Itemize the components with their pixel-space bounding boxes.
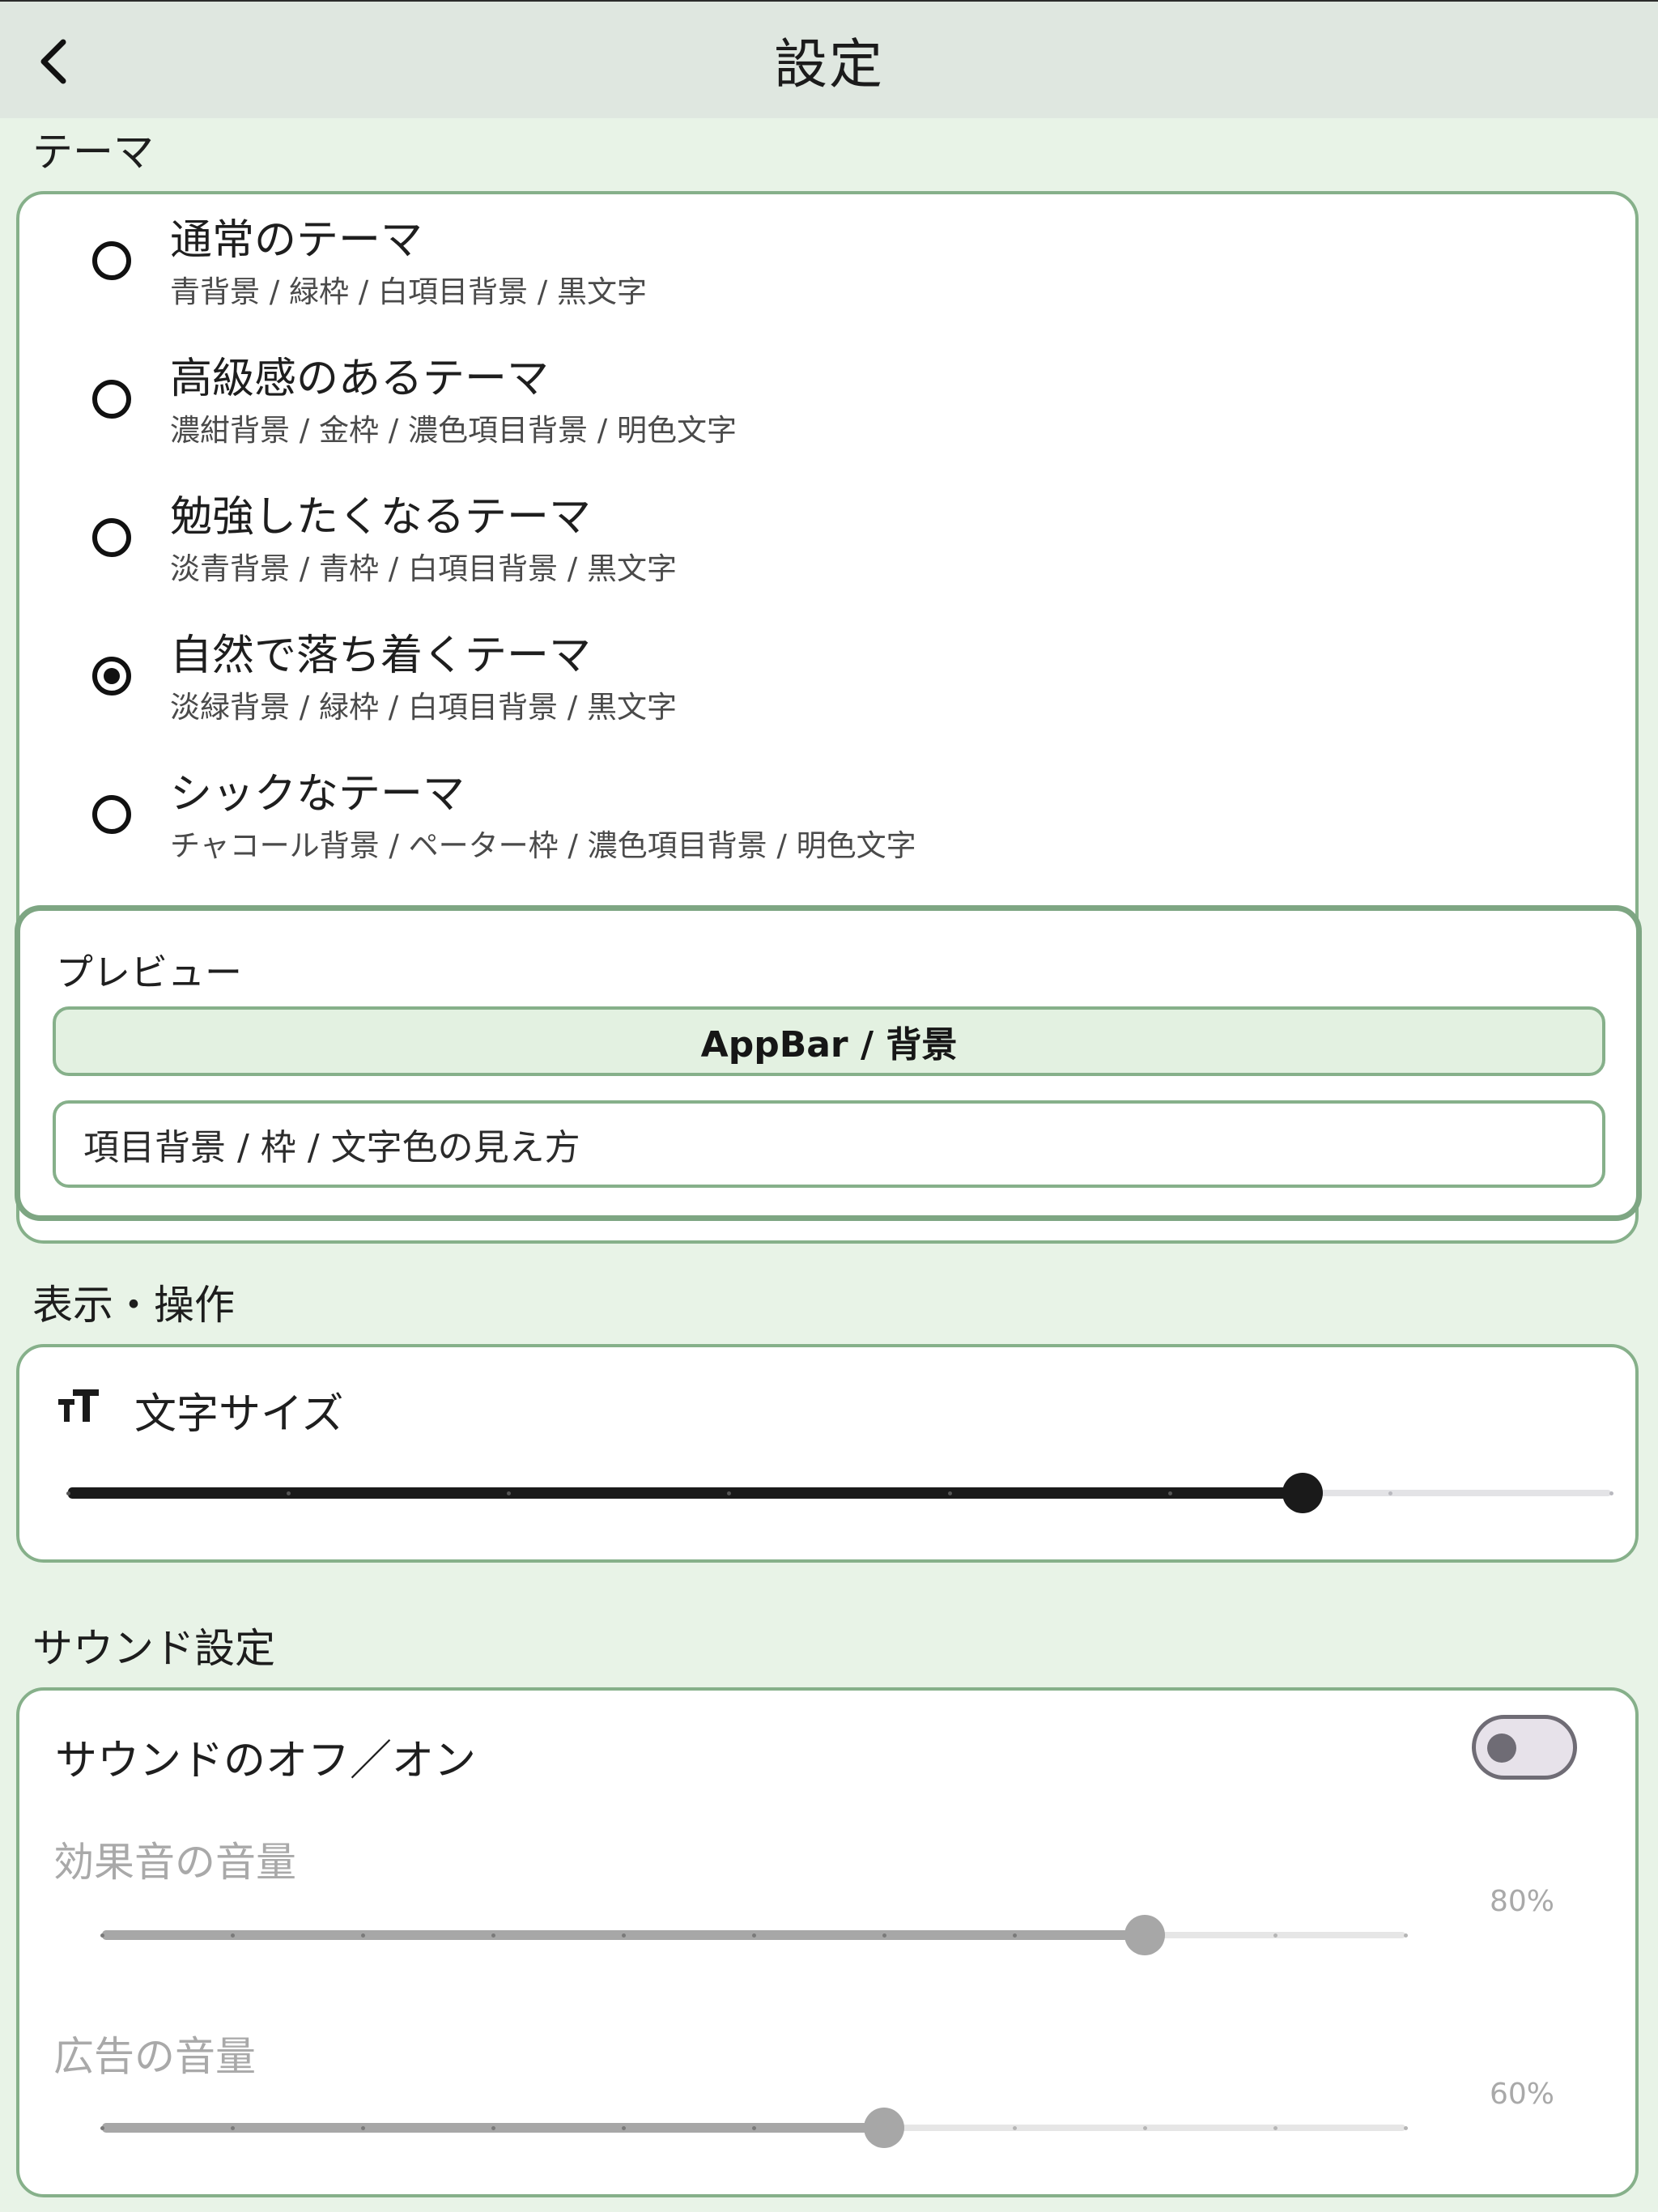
section-label-display: 表示・操作: [32, 1282, 235, 1329]
slider-tick: [491, 1933, 495, 1938]
theme-option-title: 高級感のあるテーマ: [170, 355, 550, 403]
slider-tick: [751, 2125, 756, 2130]
radio-unselected-icon[interactable]: [92, 518, 131, 557]
effect-volume-label: 効果音の音量: [53, 1839, 296, 1886]
slider-tick: [100, 2125, 104, 2130]
ad-volume-value: 60%: [1490, 2078, 1555, 2111]
theme-option-subtitle: チャコール背景 / ペーター枠 / 濃色項目背景 / 明色文字: [170, 828, 916, 863]
radio-unselected-icon[interactable]: [92, 380, 131, 419]
slider-tick: [751, 1933, 756, 1938]
slider-tick: [491, 2125, 495, 2130]
slider-tick: [1012, 2125, 1017, 2130]
slider-tick: [1609, 1491, 1613, 1495]
page-title: 設定: [774, 33, 884, 96]
slider-tick: [1273, 1933, 1278, 1938]
slider-tick: [507, 1491, 512, 1495]
theme-option-subtitle: 濃紺背景 / 金枠 / 濃色項目背景 / 明色文字: [170, 413, 737, 448]
theme-preview: プレビュー AppBar / 背景 項目背景 / 枠 / 文字色の見え方: [15, 905, 1642, 1221]
toggle-knob: [1487, 1733, 1516, 1763]
preview-item-sample: 項目背景 / 枠 / 文字色の見え方: [53, 1100, 1605, 1188]
theme-option-title: 通常のテーマ: [170, 216, 423, 265]
slider-tick: [1388, 1491, 1393, 1495]
slider-tick: [230, 2125, 235, 2130]
slider-tick: [1142, 2125, 1147, 2130]
theme-option-subtitle: 青背景 / 緑枠 / 白項目背景 / 黒文字: [170, 274, 647, 309]
theme-option-title: 自然で落ち着くテーマ: [170, 632, 592, 680]
ad-volume-label: 広告の音量: [53, 2033, 256, 2080]
text-size-card: 文字サイズ: [16, 1344, 1639, 1563]
slider-tick: [66, 1491, 70, 1495]
slider-tick: [1403, 2125, 1408, 2130]
radio-unselected-icon[interactable]: [92, 241, 131, 280]
slider-tick: [882, 1933, 886, 1938]
preview-title: プレビュー: [56, 951, 242, 994]
slider-tick: [286, 1491, 291, 1495]
effect-volume-slider[interactable]: [100, 1911, 1408, 1959]
slider-tick: [360, 2125, 365, 2130]
chevron-left-icon: [40, 39, 66, 84]
slider-thumb[interactable]: [1124, 1915, 1165, 1955]
text-size-label: 文字サイズ: [134, 1390, 344, 1439]
slider-tick: [1012, 1933, 1017, 1938]
text-size-icon: [58, 1389, 99, 1422]
slider-tick: [621, 2125, 626, 2130]
theme-option-subtitle: 淡青背景 / 青枠 / 白項目背景 / 黒文字: [170, 551, 677, 586]
theme-option[interactable]: 自然で落ち着くテーマ淡緑背景 / 緑枠 / 白項目背景 / 黒文字: [19, 610, 1639, 747]
effect-volume-value: 80%: [1490, 1885, 1555, 1918]
slider-tick: [1273, 2125, 1278, 2130]
slider-thumb[interactable]: [1282, 1473, 1323, 1513]
slider-tick: [100, 1933, 104, 1938]
slider-tick: [1403, 1933, 1408, 1938]
ad-volume-slider[interactable]: [100, 2104, 1408, 2152]
theme-option-title: 勉強したくなるテーマ: [170, 493, 592, 542]
radio-unselected-icon[interactable]: [92, 795, 131, 834]
sound-toggle[interactable]: [1472, 1715, 1577, 1780]
sound-toggle-label: サウンドのオフ／オン: [55, 1737, 477, 1785]
slider-tick: [621, 1933, 626, 1938]
slider-tick: [1167, 1491, 1172, 1495]
theme-option[interactable]: 高級感のあるテーマ濃紺背景 / 金枠 / 濃色項目背景 / 明色文字: [19, 333, 1639, 470]
theme-option[interactable]: 勉強したくなるテーマ淡青背景 / 青枠 / 白項目背景 / 黒文字: [19, 471, 1639, 609]
section-label-sound: サウンド設定: [32, 1625, 275, 1672]
theme-option[interactable]: 通常のテーマ青背景 / 緑枠 / 白項目背景 / 黒文字: [19, 194, 1639, 332]
theme-option-title: シックなテーマ: [170, 770, 466, 819]
app-bar: 設定: [0, 0, 1658, 118]
section-label-theme: テーマ: [32, 129, 154, 176]
radio-selected-icon[interactable]: [92, 657, 131, 696]
slider-tick: [360, 1933, 365, 1938]
slider-tick: [230, 1933, 235, 1938]
theme-option-subtitle: 淡緑背景 / 緑枠 / 白項目背景 / 黒文字: [170, 690, 677, 725]
slider-thumb[interactable]: [864, 2108, 904, 2148]
preview-appbar-sample: AppBar / 背景: [53, 1006, 1605, 1076]
slider-tick: [947, 1491, 952, 1495]
theme-option[interactable]: シックなテーマチャコール背景 / ペーター枠 / 濃色項目背景 / 明色文字: [19, 748, 1639, 886]
back-button[interactable]: [24, 29, 83, 94]
slider-track-active: [68, 1487, 1303, 1499]
text-size-slider[interactable]: [66, 1469, 1613, 1517]
slider-tick: [727, 1491, 732, 1495]
